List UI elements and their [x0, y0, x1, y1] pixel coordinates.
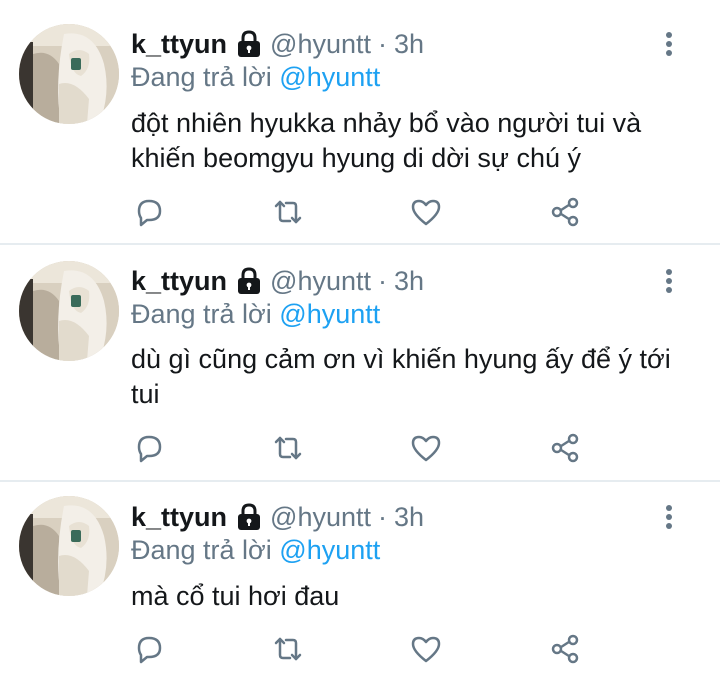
reply-icon[interactable] — [133, 196, 165, 228]
separator-dot: · — [378, 265, 387, 296]
tweet-text: dù gì cũng cảm ơn vì khiến hyung ấy để ý… — [131, 344, 671, 409]
reply-mention-link[interactable]: @hyuntt — [279, 535, 380, 565]
timestamp[interactable]: 3h — [394, 266, 424, 297]
replying-to-label: Đang trả lời — [131, 62, 272, 92]
reply-icon[interactable] — [133, 432, 165, 464]
retweet-icon[interactable] — [272, 196, 304, 228]
replying-to-line: Đang trả lời @hyuntt — [131, 535, 380, 566]
share-icon[interactable] — [549, 432, 581, 464]
reply-mention-link[interactable]: @hyuntt — [279, 62, 380, 92]
avatar[interactable] — [19, 496, 119, 596]
tweet-actions — [131, 196, 591, 232]
user-handle[interactable]: @hyuntt — [270, 502, 371, 533]
replying-to-label: Đang trả lời — [131, 535, 272, 565]
avatar[interactable] — [19, 24, 119, 124]
tweet-feed: k_ttyun @hyuntt · 3h Đang trả lời @hyunt… — [0, 0, 720, 678]
tweet-text: mà cổ tui hơi đau — [131, 581, 340, 611]
timestamp[interactable]: 3h — [394, 502, 424, 533]
more-vertical-icon[interactable] — [660, 503, 678, 533]
reply-mention-link[interactable]: @hyuntt — [279, 299, 380, 329]
tweet-header: k_ttyun @hyuntt · 3h — [131, 264, 424, 298]
lock-icon — [236, 267, 262, 295]
lock-icon — [236, 30, 262, 58]
user-handle[interactable]: @hyuntt — [270, 266, 371, 297]
more-vertical-icon[interactable] — [660, 30, 678, 60]
retweet-icon[interactable] — [272, 432, 304, 464]
tweet-text: đột nhiên hyukka nhảy bổ vào người tui v… — [131, 108, 642, 173]
timestamp[interactable]: 3h — [394, 29, 424, 60]
heart-icon[interactable] — [410, 196, 442, 228]
tweet-header: k_ttyun @hyuntt · 3h — [131, 500, 424, 534]
separator-dot: · — [378, 501, 387, 532]
replying-to-label: Đang trả lời — [131, 299, 272, 329]
tweet-actions — [131, 432, 591, 468]
share-icon[interactable] — [549, 633, 581, 665]
tweet[interactable]: k_ttyun @hyuntt · 3h Đang trả lời @hyunt… — [0, 245, 720, 480]
tweet[interactable]: k_ttyun @hyuntt · 3h Đang trả lời @hyunt… — [0, 0, 720, 244]
separator-dot: · — [378, 28, 387, 59]
lock-icon — [236, 503, 262, 531]
avatar[interactable] — [19, 261, 119, 361]
tweet-actions — [131, 633, 591, 669]
more-vertical-icon[interactable] — [660, 267, 678, 297]
heart-icon[interactable] — [410, 633, 442, 665]
display-name[interactable]: k_ttyun — [131, 29, 227, 60]
retweet-icon[interactable] — [272, 633, 304, 665]
replying-to-line: Đang trả lời @hyuntt — [131, 299, 380, 330]
reply-icon[interactable] — [133, 633, 165, 665]
heart-icon[interactable] — [410, 432, 442, 464]
tweet[interactable]: k_ttyun @hyuntt · 3h Đang trả lời @hyunt… — [0, 482, 720, 678]
replying-to-line: Đang trả lời @hyuntt — [131, 62, 380, 93]
display-name[interactable]: k_ttyun — [131, 266, 227, 297]
share-icon[interactable] — [549, 196, 581, 228]
tweet-header: k_ttyun @hyuntt · 3h — [131, 27, 424, 61]
user-handle[interactable]: @hyuntt — [270, 29, 371, 60]
display-name[interactable]: k_ttyun — [131, 502, 227, 533]
